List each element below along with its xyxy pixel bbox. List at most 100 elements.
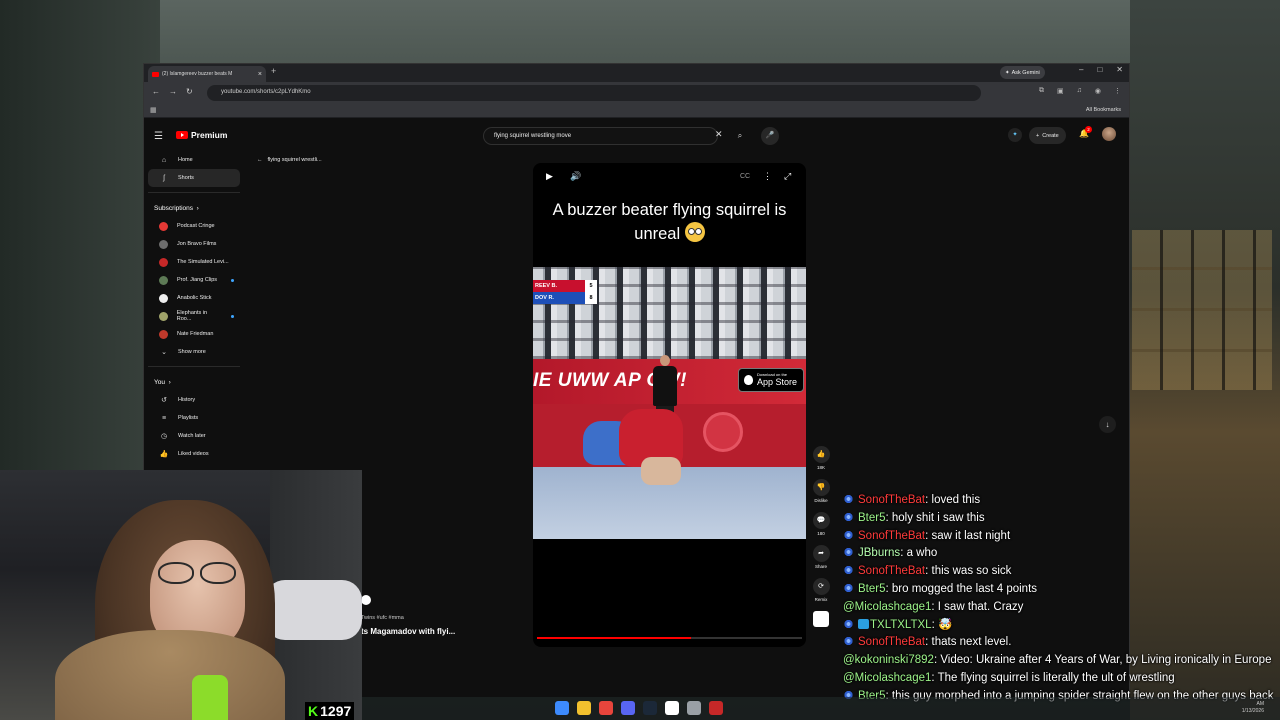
- steam-icon[interactable]: [643, 701, 657, 715]
- chat-username[interactable]: SonofTheBat: [858, 565, 925, 577]
- extension-icon[interactable]: ⧉: [1039, 87, 1044, 95]
- notification-badge: 2: [1085, 126, 1092, 133]
- sidebar-item-watch-later[interactable]: ◷ Watch later: [148, 427, 240, 445]
- new-tab-icon[interactable]: +: [271, 66, 276, 76]
- media-icon[interactable]: ♫: [1077, 87, 1082, 95]
- account-avatar[interactable]: [1102, 127, 1116, 141]
- all-bookmarks-link[interactable]: All Bookmarks: [1086, 107, 1121, 113]
- forward-icon[interactable]: →: [169, 87, 177, 96]
- browser-menu-icon[interactable]: ⋮: [1114, 87, 1121, 95]
- search-icon[interactable]: ⌕: [730, 127, 750, 145]
- score-value: 5: [585, 280, 597, 292]
- settings-icon[interactable]: [687, 701, 701, 715]
- back-icon[interactable]: ←: [152, 87, 160, 96]
- chat-username[interactable]: @kokoninski7892: [843, 654, 934, 666]
- chrome-icon[interactable]: [599, 701, 613, 715]
- chevron-right-icon: ›: [168, 378, 171, 386]
- channel-thumbnail[interactable]: [812, 611, 830, 627]
- reload-icon[interactable]: ↻: [186, 87, 193, 96]
- windows-icon[interactable]: [555, 701, 569, 715]
- new-content-dot: [231, 314, 234, 318]
- channel-avatar[interactable]: [361, 595, 371, 605]
- close-tab-icon[interactable]: ×: [258, 71, 262, 78]
- play-icon[interactable]: ▶: [546, 171, 553, 182]
- comments-button[interactable]: 💬 180: [812, 512, 830, 536]
- webcam-pillow: [265, 580, 362, 640]
- like-button[interactable]: 👍 18K: [812, 446, 830, 470]
- chat-username[interactable]: @Micolashcage1: [843, 672, 931, 684]
- chat-username[interactable]: SonofTheBat: [858, 636, 925, 648]
- you-header[interactable]: You ›: [144, 373, 244, 391]
- tab-title: (2) Islamgereev buzzer beats M: [162, 71, 233, 77]
- video-progress-bar[interactable]: [537, 637, 802, 639]
- minimize-icon[interactable]: –: [1079, 65, 1083, 74]
- shorts-icon: ʃ: [163, 174, 165, 182]
- gemini-button-icon[interactable]: ✦: [1008, 128, 1022, 142]
- sidebar-item-playlists[interactable]: ≡ Playlists: [148, 409, 240, 427]
- sidebar-item-subscription[interactable]: Elephants in Roo...: [148, 307, 240, 325]
- more-options-icon[interactable]: ⋮: [763, 171, 772, 182]
- fullscreen-icon[interactable]: ⤢: [784, 171, 791, 182]
- wallpaper-trees: [0, 0, 160, 480]
- ask-gemini-button[interactable]: ✦ Ask Gemini: [1000, 66, 1045, 79]
- chat-text: The flying squirrel is literally the ult…: [937, 671, 1175, 684]
- clear-search-icon[interactable]: ✕: [715, 129, 723, 140]
- explorer-icon[interactable]: [577, 701, 591, 715]
- next-short-arrow-icon[interactable]: ↓: [1099, 416, 1116, 433]
- microphone-icon[interactable]: 🎤: [761, 127, 779, 145]
- sidebar-item-subscription[interactable]: Jon Bravo Films: [148, 235, 240, 253]
- apps-icon[interactable]: ▦: [150, 106, 157, 114]
- chat-username[interactable]: SonofTheBat: [858, 530, 925, 542]
- remix-button[interactable]: ⟳ Remix: [812, 578, 830, 602]
- volume-icon[interactable]: 🔊: [570, 171, 581, 182]
- shorts-title[interactable]: ts Magamadov with flyi...: [361, 627, 455, 636]
- sidebar-divider: [148, 366, 240, 367]
- sidebar-item-shorts[interactable]: ʃ Shorts: [148, 169, 240, 187]
- chat-username[interactable]: JBburns: [858, 547, 900, 559]
- chat-text: loved this: [931, 494, 981, 506]
- share-button[interactable]: ➦ Share: [812, 545, 830, 569]
- dislike-button[interactable]: 👎 Dislike: [812, 479, 830, 503]
- active-tab[interactable]: (2) Islamgereev buzzer beats M ×: [148, 66, 266, 82]
- sidebar-item-subscription[interactable]: Nate Friedman: [148, 325, 240, 343]
- chat-username[interactable]: SonofTheBat: [858, 494, 925, 506]
- chat-username[interactable]: TXLTXLTXL: [870, 619, 932, 631]
- chat-message: SonofTheBat: thats next level.: [843, 634, 1280, 652]
- search-input[interactable]: flying squirrel wrestling move: [483, 127, 718, 145]
- hamburger-menu-icon[interactable]: ☰: [154, 131, 163, 142]
- shorts-back-button[interactable]: ← flying squirrel wrestli...: [257, 157, 322, 163]
- obs-icon[interactable]: [709, 701, 723, 715]
- sidebar-item-subscription[interactable]: Anabolic Stick: [148, 289, 240, 307]
- discord-icon[interactable]: [621, 701, 635, 715]
- profile-icon[interactable]: ◉: [1095, 87, 1101, 95]
- shorts-player[interactable]: ▶ 🔊 CC ⋮ ⤢ A buzzer beater flying squirr…: [533, 163, 806, 647]
- chat-username[interactable]: @Micolashcage1: [843, 601, 931, 613]
- youtube-logo[interactable]: Premium: [176, 130, 227, 140]
- chat-username[interactable]: Bter5: [858, 583, 886, 595]
- comments-count: 180: [817, 531, 825, 536]
- url-field[interactable]: youtube.com/shorts/c2pLYdhKmo: [207, 85, 981, 101]
- captions-icon[interactable]: CC: [740, 173, 750, 180]
- show-more-button[interactable]: ⌄ Show more: [148, 343, 240, 361]
- home-icon: ⌂: [161, 156, 167, 164]
- sidebar-item-home[interactable]: ⌂ Home: [148, 151, 240, 169]
- close-window-icon[interactable]: ✕: [1116, 65, 1123, 74]
- chat-username[interactable]: Bter5: [858, 512, 886, 524]
- create-button[interactable]: + Create: [1029, 127, 1066, 144]
- sidebar-item-history[interactable]: ↺ History: [148, 391, 240, 409]
- window-controls: – □ ✕: [1079, 65, 1123, 74]
- sidebar-item-subscription[interactable]: Podcast Cringe: [148, 217, 240, 235]
- sidebar-item-subscription[interactable]: The Simulated Levi...: [148, 253, 240, 271]
- app-icon[interactable]: [665, 701, 679, 715]
- sidebar-item-liked-videos[interactable]: 👍 Liked videos: [148, 445, 240, 463]
- sidebar-icon[interactable]: ▣: [1057, 87, 1064, 95]
- webcam-overlay: [0, 470, 362, 720]
- sub-badge-icon: [843, 582, 854, 593]
- sidebar-item-subscription[interactable]: Prof. Jiang Clips: [148, 271, 240, 289]
- maximize-icon[interactable]: □: [1097, 65, 1102, 74]
- youtube-favicon-icon: [152, 71, 159, 77]
- clock-date: 1/13/2026: [1241, 708, 1264, 714]
- subscriptions-header[interactable]: Subscriptions ›: [144, 199, 244, 217]
- chat-text: 🤯: [937, 618, 953, 631]
- chat-text: holy shit i saw this: [891, 511, 985, 524]
